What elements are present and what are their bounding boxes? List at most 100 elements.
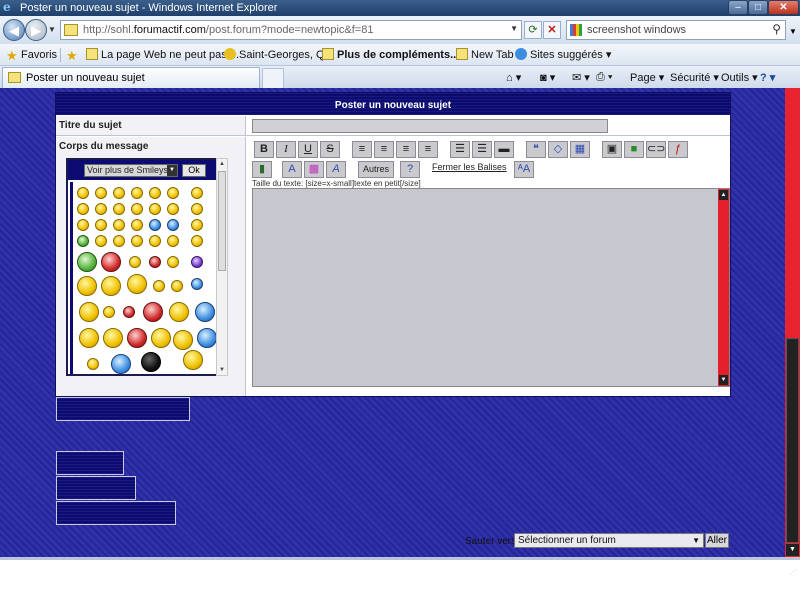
back-button[interactable]: ◀ xyxy=(3,19,25,41)
reindeer-smiley-icon[interactable] xyxy=(169,302,189,322)
stop-button[interactable]: ✕ xyxy=(543,21,561,39)
forward-button[interactable]: ▶ xyxy=(25,19,47,41)
smiley-icon[interactable] xyxy=(103,306,115,318)
address-dropdown-icon[interactable]: ▼ xyxy=(510,24,518,33)
smiley-icon[interactable] xyxy=(131,219,143,231)
table-icon[interactable]: ▦ xyxy=(570,141,590,158)
image-icon[interactable]: ▣ xyxy=(602,141,622,158)
font-icon[interactable]: A xyxy=(282,161,302,178)
help-icon[interactable]: ? xyxy=(400,161,420,178)
close-tags-link[interactable]: Fermer les Balises xyxy=(432,162,507,172)
align-center-button[interactable]: ≡ xyxy=(374,141,394,158)
smiley-icon[interactable] xyxy=(191,256,203,268)
smiley-icon[interactable] xyxy=(149,219,161,231)
smiley-icon[interactable] xyxy=(87,358,99,370)
smiley-icon[interactable] xyxy=(77,203,89,215)
smiley-icon[interactable] xyxy=(167,219,179,231)
search-options-dropdown-icon[interactable]: ▼ xyxy=(789,27,797,36)
smiley-icon[interactable] xyxy=(191,187,203,199)
pig-smiley-icon[interactable] xyxy=(101,252,121,272)
smiley-icon[interactable] xyxy=(77,276,97,296)
frog-smiley-icon[interactable] xyxy=(77,252,97,272)
santa-smiley-icon[interactable] xyxy=(143,302,163,322)
favorite-item-page-error[interactable]: La page Web ne peut pas ... xyxy=(86,48,239,61)
add-favorite-button[interactable]: ★ xyxy=(66,48,81,63)
scroll-thumb[interactable] xyxy=(218,171,226,271)
bullet-list-button[interactable]: ☰ xyxy=(450,141,470,158)
numbered-list-button[interactable]: ☰ xyxy=(472,141,492,158)
nav-block[interactable] xyxy=(56,451,124,475)
minimize-button[interactable]: – xyxy=(728,0,748,15)
smiley-icon[interactable] xyxy=(101,276,121,296)
smiley-icon[interactable] xyxy=(131,187,143,199)
smiley-icon[interactable] xyxy=(191,235,203,247)
smiley-icon[interactable] xyxy=(113,203,125,215)
print-button[interactable]: ⎙ ▾ xyxy=(596,71,612,84)
smiley-icon[interactable] xyxy=(149,203,161,215)
others-button[interactable]: Autres xyxy=(358,161,395,178)
refresh-button[interactable]: ⟳ xyxy=(524,21,542,39)
quote-icon[interactable]: ❝ xyxy=(526,141,546,158)
smiley-icon[interactable] xyxy=(103,328,123,348)
underline-button[interactable]: U xyxy=(298,141,318,158)
smiley-icon[interactable] xyxy=(197,328,217,348)
scroll-down-icon[interactable]: ▼ xyxy=(217,365,227,375)
smiley-icon[interactable] xyxy=(149,235,161,247)
home-button[interactable]: ⌂ ▾ xyxy=(506,71,521,84)
align-left-button[interactable]: ≡ xyxy=(352,141,372,158)
code-icon[interactable]: ◇ xyxy=(548,141,568,158)
favorite-item-new-tab[interactable]: New Tab xyxy=(456,48,514,61)
sleeping-smiley-icon[interactable] xyxy=(191,278,203,290)
favorite-item-saint-georges[interactable]: Saint-Georges, QC xyxy=(224,48,333,61)
tools-menu[interactable]: Outils ▾ xyxy=(721,71,758,84)
smiley-icon[interactable] xyxy=(167,256,179,268)
justify-button[interactable]: ≡ xyxy=(418,141,438,158)
smiley-icon[interactable] xyxy=(95,187,107,199)
search-input[interactable]: screenshot windows ⚲ xyxy=(566,20,786,40)
smiley-set-select[interactable]: Voir plus de Smileys ▼ xyxy=(84,164,178,177)
link-icon[interactable]: ⊂⊃ xyxy=(646,141,666,158)
bold-button[interactable]: B xyxy=(254,141,274,158)
smiley-icon[interactable] xyxy=(149,187,161,199)
jester-smiley-icon[interactable] xyxy=(127,328,147,348)
smiley-icon[interactable] xyxy=(95,235,107,247)
mail-button[interactable]: ✉ ▾ xyxy=(572,71,590,84)
recent-pages-dropdown-icon[interactable]: ▼ xyxy=(48,25,56,34)
flower-smiley-icon[interactable] xyxy=(111,354,131,374)
smiley-icon[interactable] xyxy=(77,235,89,247)
smiley-icon[interactable] xyxy=(171,280,183,292)
close-button[interactable]: ✕ xyxy=(768,0,799,15)
search-query[interactable]: screenshot windows xyxy=(587,24,686,36)
scroll-down-icon[interactable]: ▼ xyxy=(786,544,799,556)
italic-button[interactable]: I xyxy=(276,141,296,158)
smiley-ok-button[interactable]: Ok xyxy=(182,164,206,177)
search-icon[interactable]: ⚲ xyxy=(772,22,781,36)
smiley-icon[interactable] xyxy=(113,235,125,247)
lol-sign-smiley-icon[interactable] xyxy=(183,350,203,370)
smiley-icon[interactable] xyxy=(149,256,161,268)
smiley-icon[interactable] xyxy=(95,203,107,215)
smiley-icon[interactable] xyxy=(127,274,147,294)
smiley-icon[interactable] xyxy=(131,203,143,215)
tab-poster-un-nouveau-sujet[interactable]: Poster un nouveau sujet xyxy=(2,67,260,88)
feeds-button[interactable]: ◙ ▾ xyxy=(540,71,555,84)
smiley-scrollbar[interactable]: ▲ ▼ xyxy=(216,158,228,376)
page-menu[interactable]: Page ▾ xyxy=(630,71,664,84)
page-scrollbar[interactable]: ▼ xyxy=(785,88,800,557)
smiley-icon[interactable] xyxy=(113,187,125,199)
strike-button[interactable]: S xyxy=(320,141,340,158)
smiley-icon[interactable] xyxy=(79,302,99,322)
smiley-icon[interactable] xyxy=(151,328,171,348)
font-style-icon[interactable]: A xyxy=(326,161,346,178)
smiley-icon[interactable] xyxy=(131,235,143,247)
smiley-icon[interactable] xyxy=(113,219,125,231)
forum-jump-select[interactable]: Sélectionner un forum ▼ xyxy=(514,533,704,548)
nav-block[interactable] xyxy=(56,501,176,525)
smiley-icon[interactable] xyxy=(79,328,99,348)
smiley-icon[interactable] xyxy=(77,187,89,199)
favorite-item-addons[interactable]: Plus de compléments... ▾ xyxy=(322,48,468,61)
help-icon[interactable]: ? ▾ xyxy=(760,71,775,84)
smiley-icon[interactable] xyxy=(123,306,135,318)
favorites-button[interactable]: ★ Favoris xyxy=(6,48,57,63)
smiley-icon[interactable] xyxy=(167,203,179,215)
